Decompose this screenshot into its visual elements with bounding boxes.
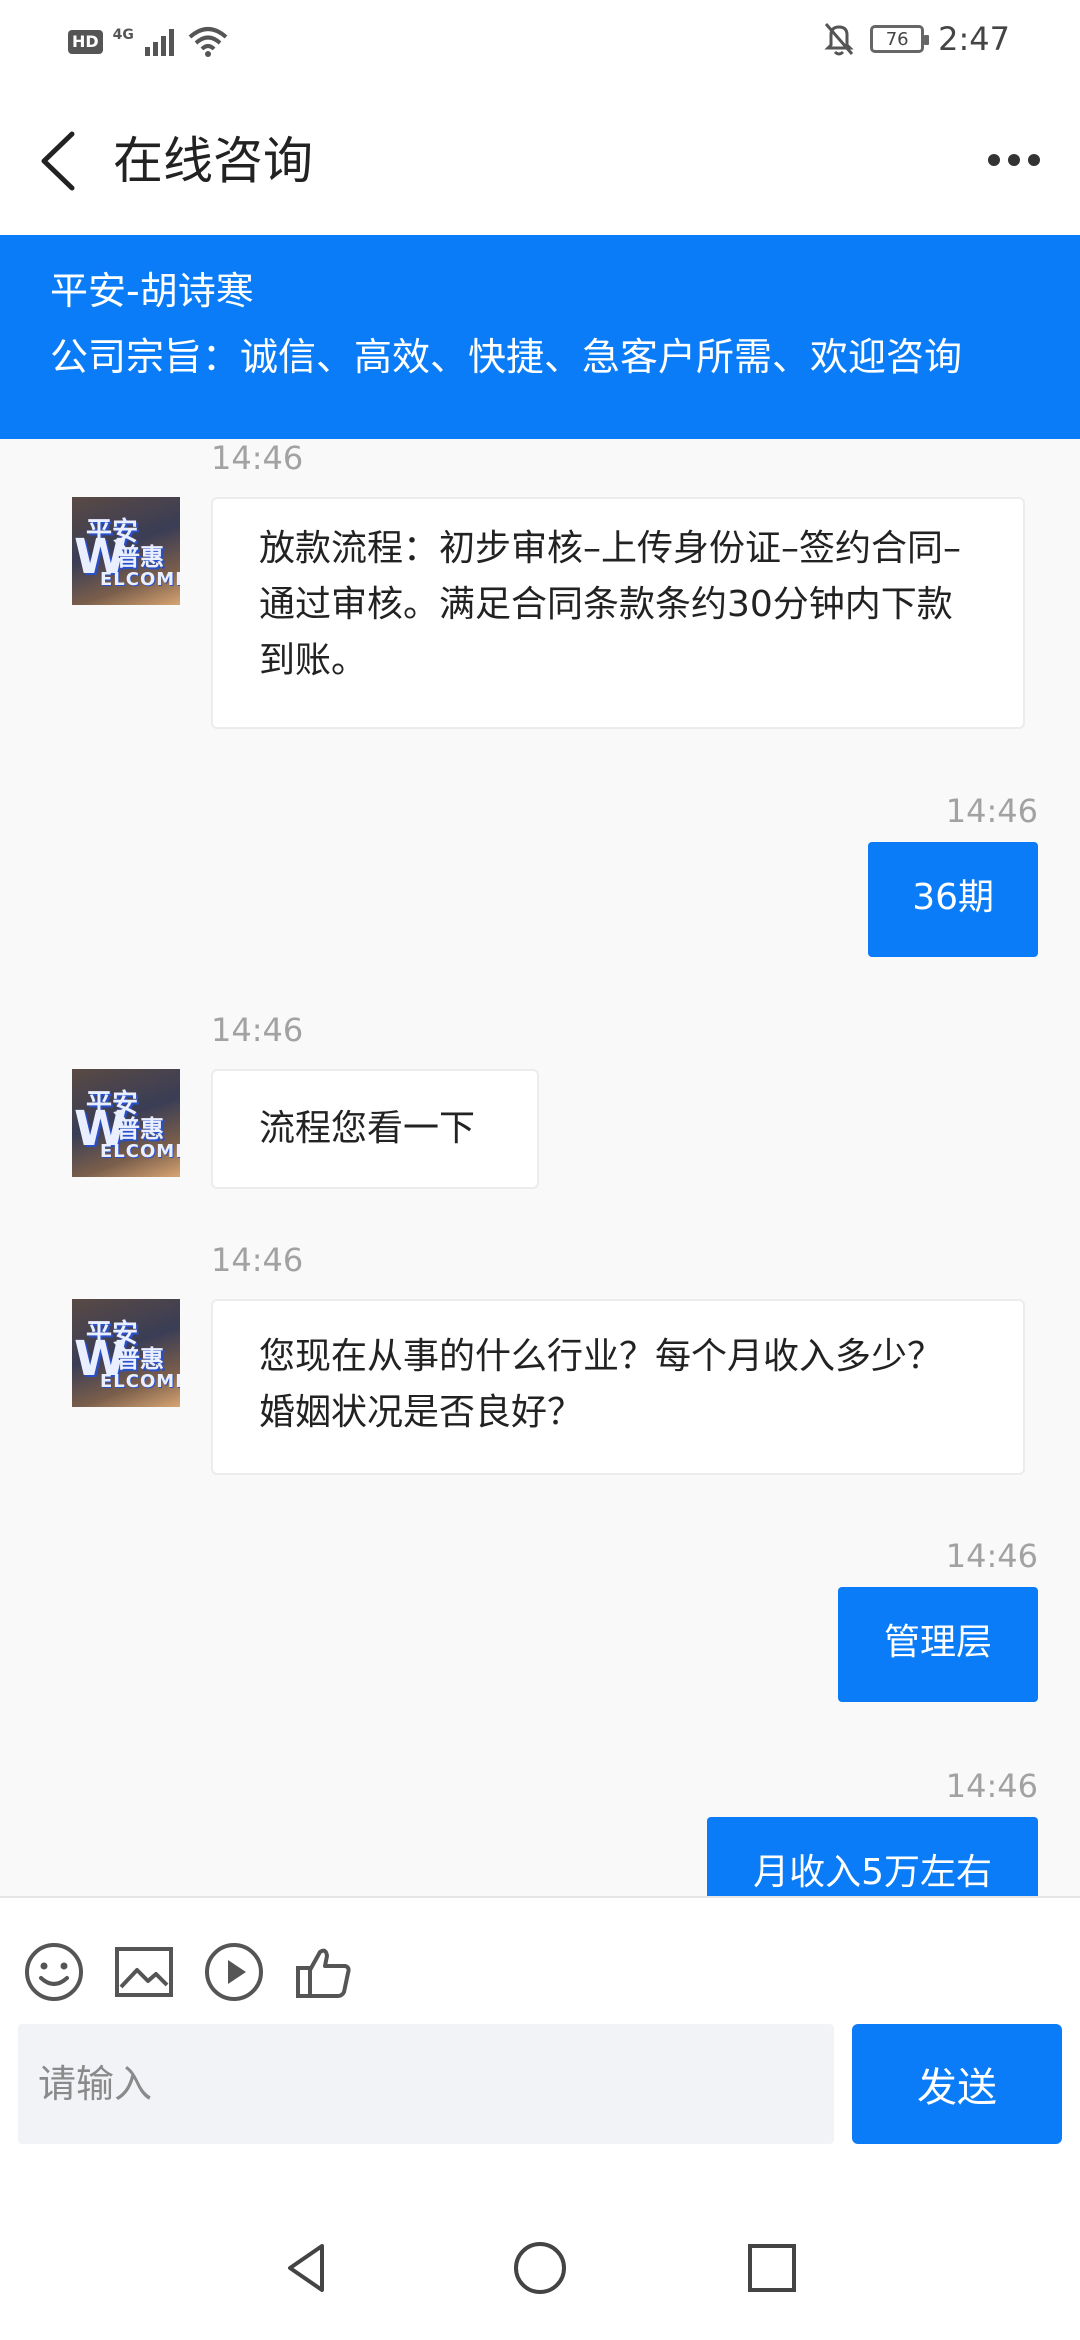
status-right: 76 2:47 — [822, 20, 1010, 58]
more-dot-icon — [988, 154, 1000, 166]
bell-muted-icon — [824, 23, 854, 56]
input-panel: 发送 — [0, 1896, 1080, 2196]
emoji-button[interactable] — [22, 1940, 86, 2004]
back-button[interactable] — [32, 126, 92, 196]
message-timestamp: 14:46 — [945, 1767, 1038, 1805]
agent-name: 平安-胡诗寒 — [50, 269, 254, 313]
avatar-text: 普惠 — [116, 543, 164, 571]
system-nav-bar — [0, 2196, 1080, 2340]
status-time: 2:47 — [938, 20, 1010, 58]
hd-badge: HD — [68, 30, 103, 54]
agent-avatar[interactable]: 平安 W 普惠 ELCOME — [72, 1069, 180, 1177]
chat-area[interactable]: 14:46 平安 W 普惠 ELCOME 放款流程：初步审核–上传身份证–签约合… — [0, 439, 1080, 1896]
message-bubble-outgoing[interactable]: 36期 — [868, 842, 1038, 957]
triangle-back-icon — [288, 2244, 324, 2292]
message-bubble-outgoing[interactable]: 管理层 — [837, 1587, 1038, 1702]
chevron-left-icon — [41, 131, 75, 191]
nav-home-button[interactable] — [510, 2238, 570, 2298]
send-button[interactable]: 发送 — [852, 2024, 1062, 2144]
page-title: 在线咨询 — [113, 132, 313, 190]
title-bar: 在线咨询 — [0, 90, 1080, 235]
message-timestamp: 14:46 — [945, 792, 1038, 830]
company-motto: 公司宗旨：诚信、高效、快捷、急客户所需、欢迎咨询 — [50, 335, 963, 379]
video-play-icon — [205, 1943, 263, 2001]
avatar-text: ELCOME — [100, 1371, 180, 1392]
agent-banner: 平安-胡诗寒 公司宗旨：诚信、高效、快捷、急客户所需、欢迎咨询 — [0, 235, 1080, 439]
emoji-icon — [25, 1943, 83, 2001]
status-left: HD 4G — [68, 26, 228, 58]
status-bar: HD 4G 76 2:47 — [0, 0, 1080, 90]
square-recents-icon — [748, 2244, 796, 2292]
circle-home-icon — [514, 2242, 566, 2294]
agent-avatar[interactable]: 平安 W 普惠 ELCOME — [72, 1299, 180, 1407]
thumbs-up-icon — [296, 1948, 351, 1998]
avatar-text: ELCOME — [100, 1141, 180, 1162]
agent-avatar[interactable]: 平安 W 普惠 ELCOME — [72, 497, 180, 605]
battery-indicator: 76 — [870, 25, 930, 53]
message-bubble-outgoing[interactable]: 月收入5万左右 — [707, 1817, 1038, 1896]
more-dot-icon — [1008, 154, 1020, 166]
network-label: 4G — [112, 27, 134, 43]
nav-back-button[interactable] — [278, 2238, 338, 2298]
message-timestamp: 14:46 — [211, 1241, 304, 1279]
avatar-text: 普惠 — [116, 1115, 164, 1143]
like-button[interactable] — [292, 1940, 356, 2004]
avatar-text: 普惠 — [116, 1345, 164, 1373]
message-bubble-incoming[interactable]: 您现在从事的什么行业？每个月收入多少？婚姻状况是否良好？ — [211, 1299, 1025, 1475]
battery-level: 76 — [885, 28, 909, 50]
message-timestamp: 14:46 — [211, 439, 304, 477]
image-button[interactable] — [112, 1940, 176, 2004]
nav-recents-button[interactable] — [742, 2238, 802, 2298]
avatar-text: ELCOME — [100, 569, 180, 590]
video-button[interactable] — [202, 1940, 266, 2004]
more-dot-icon — [1028, 154, 1040, 166]
wifi-icon — [188, 27, 228, 57]
message-bubble-incoming[interactable]: 流程您看一下 — [211, 1069, 539, 1189]
message-timestamp: 14:46 — [211, 1011, 304, 1049]
signal-icon — [144, 29, 174, 56]
image-icon — [115, 1947, 173, 1997]
more-options-button[interactable] — [982, 140, 1046, 180]
message-input[interactable] — [18, 2024, 834, 2144]
message-timestamp: 14:46 — [945, 1537, 1038, 1575]
message-bubble-incoming[interactable]: 放款流程：初步审核–上传身份证–签约合同–通过审核。满足合同条款条约30分钟内下… — [211, 497, 1025, 729]
